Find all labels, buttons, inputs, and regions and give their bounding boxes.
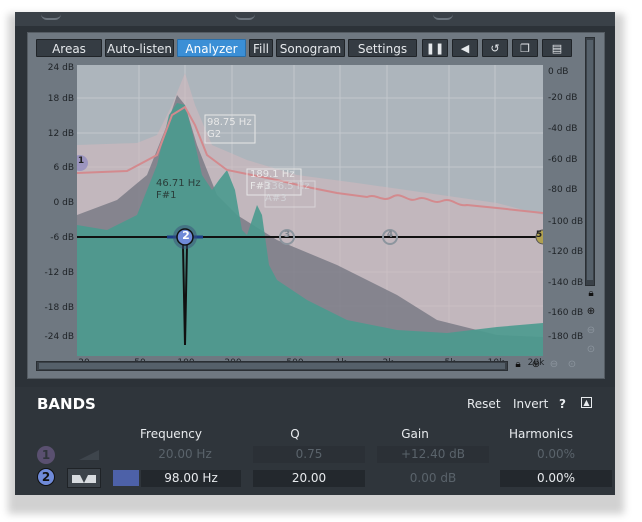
harmonics-value[interactable]: 0.00% [500, 470, 612, 487]
zoom-reset-icon[interactable]: ⊙ [566, 359, 578, 371]
peak-freq: 46.71 Hz [156, 178, 201, 189]
gain-label: 18 dB [47, 94, 74, 104]
copy-icon[interactable]: ❐ [512, 39, 538, 57]
band-number[interactable]: 2 [37, 468, 55, 486]
frequency-value[interactable]: 20.00 Hz [129, 446, 241, 463]
gain-label: 12 dB [47, 129, 74, 139]
level-label: -40 dB [548, 124, 578, 134]
paste-icon[interactable]: ▤ [542, 39, 572, 57]
column-q: Q [290, 427, 300, 441]
peak-label-1: 98.75 Hz G2 [207, 117, 252, 141]
level-label: -60 dB [548, 155, 578, 165]
gain-value[interactable]: 0.00 dB [377, 470, 489, 487]
gain-label: 6 dB [53, 163, 74, 173]
top-glyph-icon [433, 12, 453, 20]
monitor-icon[interactable]: ◀ [452, 39, 478, 57]
bands-title: BANDS [37, 395, 96, 413]
scroll-thumb[interactable] [587, 40, 593, 280]
peak-freq: 189.1 Hz [250, 169, 295, 180]
peak-note: A#3 [265, 193, 287, 204]
band-node-1-label[interactable]: 1 [77, 156, 85, 166]
bands-section: BANDS Reset Invert ? ▲ Frequency Q Gain … [15, 387, 615, 495]
vertical-scrollbar[interactable] [585, 37, 595, 286]
gain-label: -24 dB [44, 332, 74, 342]
level-label: -20 dB [548, 93, 578, 103]
sonogram-button[interactable]: Sonogram [276, 39, 345, 57]
q-value[interactable]: 0.75 [253, 446, 365, 463]
gain-label: -18 dB [44, 303, 74, 313]
invert-button[interactable]: Invert [513, 397, 548, 411]
help-button[interactable]: ? [559, 397, 566, 411]
notch-shape-button[interactable] [67, 468, 101, 488]
peak-label-2: 46.71 Hz F#1 [156, 178, 201, 202]
lock-icon[interactable]: 🔒︎ [512, 359, 524, 371]
areas-button[interactable]: Areas [36, 39, 102, 57]
gain-label: 0 dB [53, 198, 74, 208]
band-color-swatch [113, 470, 139, 486]
level-label: -80 dB [548, 185, 578, 195]
band-node-5-label[interactable]: 5 [535, 230, 543, 240]
top-glyph-icon [235, 12, 255, 20]
scroll-thumb[interactable] [39, 363, 505, 369]
band-node-2-label[interactable]: 2 [182, 229, 190, 242]
band-row[interactable]: 2 98.00 Hz 20.00 0.00 dB 0.00% [15, 468, 615, 490]
gain-label: -12 dB [44, 268, 74, 278]
peak-freq: 236.5 Hz [265, 181, 310, 192]
zoom-in-icon[interactable]: ⊕ [530, 359, 542, 371]
auto-listen-button[interactable]: Auto-listen [105, 39, 174, 57]
level-label: -180 dB [548, 332, 584, 342]
top-strip [15, 12, 615, 26]
peak-note: F#1 [156, 190, 177, 201]
band-node-4-label[interactable]: 4 [386, 230, 394, 240]
q-value[interactable]: 20.00 [253, 470, 365, 487]
column-gain: Gain [401, 427, 429, 441]
plugin-window: Areas Auto-listen Analyzer Fill Sonogram… [15, 12, 615, 495]
level-label: -120 dB [548, 247, 584, 257]
harmonics-value[interactable]: 0.00% [500, 446, 612, 463]
level-label: 0 dB [548, 67, 569, 77]
gain-label: 24 dB [47, 63, 74, 73]
level-label: -100 dB [548, 217, 584, 227]
peak-note: G2 [207, 129, 222, 140]
frequency-value[interactable]: 98.00 Hz [141, 470, 241, 487]
top-glyph-icon [41, 12, 61, 20]
gain-value[interactable]: +12.40 dB [377, 446, 489, 463]
lock-icon[interactable]: 🔒︎ [585, 288, 597, 300]
peak-freq: 98.75 Hz [207, 117, 252, 128]
analyzer-button[interactable]: Analyzer [177, 39, 246, 57]
analyzer-panel: Areas Auto-listen Analyzer Fill Sonogram… [27, 32, 605, 379]
level-label: -160 dB [548, 308, 584, 318]
gain-label: -6 dB [50, 233, 74, 243]
notch-shape-icon [72, 475, 96, 483]
level-label: -140 dB [548, 278, 584, 288]
peak-label-4: 236.5 Hz A#3 [265, 181, 310, 205]
band-node-3-label[interactable]: 3 [283, 230, 291, 240]
band-number[interactable]: 1 [37, 446, 55, 464]
reset-button[interactable]: Reset [467, 397, 501, 411]
pause-icon[interactable]: ❚❚ [422, 39, 448, 57]
shelf-shape-icon [79, 450, 99, 460]
undo-icon[interactable]: ↺ [482, 39, 508, 57]
zoom-out-icon[interactable]: ⊖ [548, 359, 560, 371]
zoom-reset-icon[interactable]: ⊙ [585, 344, 597, 356]
band-row[interactable]: 1 20.00 Hz 0.75 +12.40 dB 0.00% [15, 446, 615, 468]
eq-plot[interactable]: 2 1 3 4 5 98.75 Hz G2 46.71 Hz F#1 189.1… [77, 65, 543, 356]
eq-graph [77, 65, 543, 356]
zoom-out-icon[interactable]: ⊖ [585, 325, 597, 337]
fill-button[interactable]: Fill [249, 39, 273, 57]
collapse-icon[interactable]: ▲ [581, 397, 592, 408]
column-frequency: Frequency [140, 427, 202, 441]
column-harmonics: Harmonics [509, 427, 573, 441]
zoom-in-icon[interactable]: ⊕ [585, 306, 597, 318]
horizontal-scrollbar[interactable] [36, 361, 508, 371]
settings-button[interactable]: Settings [348, 39, 417, 57]
